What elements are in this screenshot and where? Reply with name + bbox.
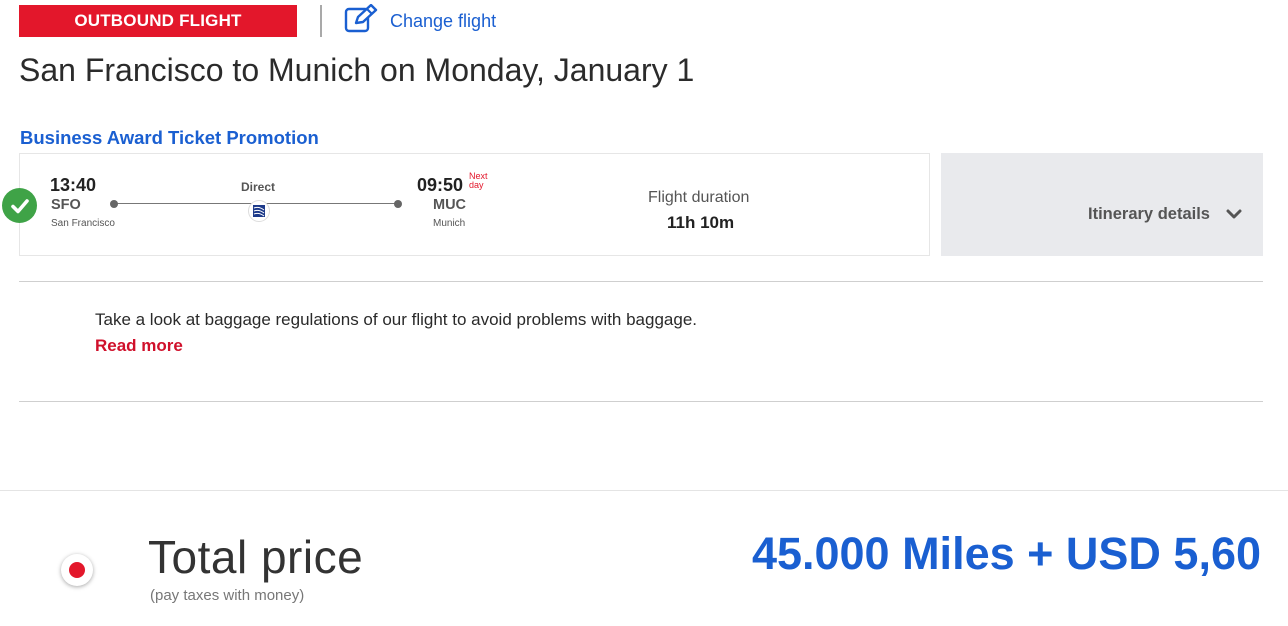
total-price-label: Total price xyxy=(148,531,364,583)
next-day-indicator: Next day xyxy=(469,172,488,190)
outbound-flight-badge: OUTBOUND FLIGHT xyxy=(19,5,297,37)
chevron-down-icon[interactable] xyxy=(1226,207,1242,226)
next-day-line-2: day xyxy=(469,180,484,190)
arrival-city: Munich xyxy=(433,218,466,229)
edit-icon xyxy=(344,3,378,39)
header-divider xyxy=(320,5,322,37)
departure-time: 13:40 xyxy=(50,175,97,195)
flight-card[interactable] xyxy=(19,153,930,256)
itinerary-details-label[interactable]: Itinerary details xyxy=(1088,205,1210,224)
change-flight-label: Change flight xyxy=(390,11,497,31)
arrival-airport-code: MUC xyxy=(433,197,467,213)
route-end-dot xyxy=(394,200,402,208)
change-flight-button[interactable]: Change flight xyxy=(344,3,497,39)
read-more-link[interactable]: Read more xyxy=(95,336,183,356)
total-price-amount: 45.000 Miles + USD 5,60 xyxy=(751,528,1261,579)
section-divider-bottom xyxy=(19,401,1263,402)
departure-airport-code: SFO xyxy=(51,197,81,213)
checkmark-icon xyxy=(2,188,37,223)
baggage-info-text: Take a look at baggage regulations of ou… xyxy=(95,310,698,329)
arrival-time: 09:50 xyxy=(417,175,464,195)
promotion-title: Business Award Ticket Promotion xyxy=(20,127,319,148)
route-start-dot xyxy=(110,200,118,208)
price-option-radio[interactable] xyxy=(61,554,93,586)
footer-divider xyxy=(0,490,1288,491)
page-title: San Francisco to Munich on Monday, Janua… xyxy=(19,52,695,88)
stops-label: Direct xyxy=(241,180,276,194)
section-divider-top xyxy=(19,281,1263,282)
airline-logo-icon xyxy=(248,200,270,222)
radio-selected-dot xyxy=(69,562,85,578)
total-price-subtext: (pay taxes with money) xyxy=(150,587,305,604)
departure-city: San Francisco xyxy=(51,218,115,229)
flight-duration-value: 11h 10m xyxy=(667,213,735,232)
flight-duration-label: Flight duration xyxy=(648,189,750,206)
